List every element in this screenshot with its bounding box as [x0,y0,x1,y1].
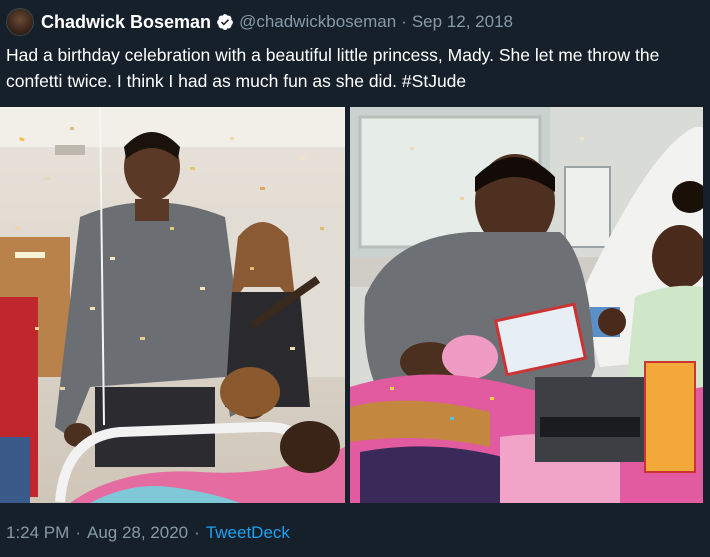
tweet-footer: 1:24 PM · Aug 28, 2020 · TweetDeck [6,523,290,543]
author-handle[interactable]: @chadwickboseman [239,12,396,32]
tweet-date[interactable]: Sep 12, 2018 [412,12,513,32]
author-name[interactable]: Chadwick Boseman [41,12,211,33]
tweet-text: Had a birthday celebration with a beauti… [6,42,706,94]
author-avatar[interactable] [6,8,34,36]
footer-separator-2: · [194,523,200,542]
photo-birthday-confetti[interactable] [0,107,345,503]
photo-birthday-confetti-image [0,107,345,503]
header-separator: · [401,12,407,31]
footer-date[interactable]: Aug 28, 2020 [87,523,188,542]
tweet-media [0,107,703,503]
footer-time[interactable]: 1:24 PM [6,523,69,542]
tweet: Chadwick Boseman @chadwickboseman · Sep … [0,0,710,557]
tweet-text-content: Had a birthday celebration with a beauti… [6,45,660,91]
photo-hospital-bed-toys[interactable] [350,107,703,503]
tweet-header: Chadwick Boseman @chadwickboseman · Sep … [6,8,513,36]
photo-hospital-bed-toys-image [350,107,703,503]
verified-badge-icon [217,14,233,30]
footer-separator: · [75,523,81,542]
source-app-link[interactable]: TweetDeck [206,523,290,542]
hashtag-link[interactable]: #StJude [402,71,466,91]
